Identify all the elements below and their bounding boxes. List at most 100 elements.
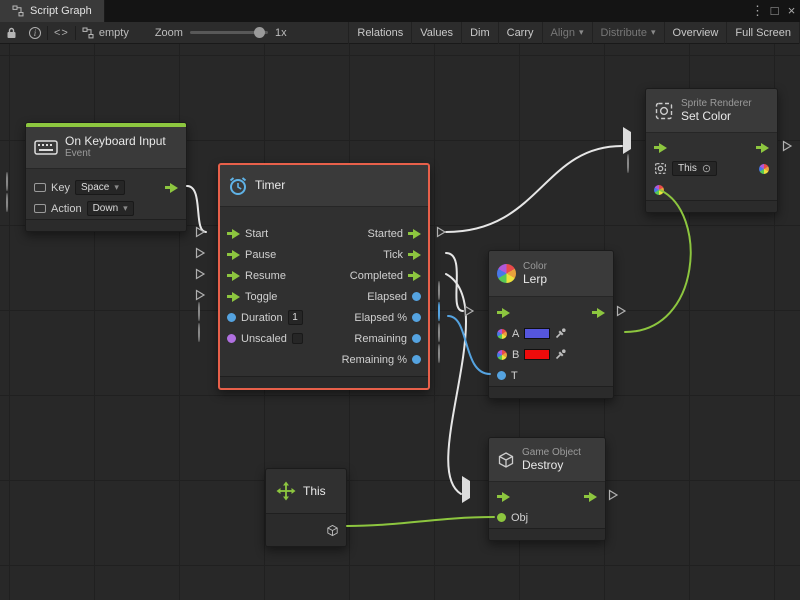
pause-input-port[interactable] <box>227 250 240 260</box>
unscaled-port[interactable] <box>227 334 236 343</box>
values-button[interactable]: Values <box>411 22 461 44</box>
graph-canvas[interactable]: On Keyboard Input Event Key Space▾ Actio… <box>0 44 800 600</box>
completed-output-port[interactable] <box>408 271 421 281</box>
full-screen-button[interactable]: Full Screen <box>726 22 800 44</box>
lerp-exec-in-ext-port[interactable] <box>464 305 475 317</box>
pause-label: Pause <box>245 249 276 261</box>
remaining-output-port[interactable] <box>412 334 421 343</box>
node-gameobject-destroy[interactable]: Game Object Destroy Obj <box>488 437 606 541</box>
lerp-exec-output-port[interactable] <box>592 308 605 318</box>
key-dropdown[interactable]: Space▾ <box>75 180 125 195</box>
chevron-down-icon: ▾ <box>651 27 656 38</box>
eyedropper-icon[interactable] <box>555 328 566 339</box>
cube-icon <box>497 451 515 469</box>
lock-button[interactable] <box>0 22 23 44</box>
action-icon <box>34 204 46 213</box>
wire-timer-elapsedpct-to-lerp-t[interactable] <box>448 316 490 374</box>
distribute-dropdown[interactable]: Distribute▾ <box>592 22 664 44</box>
timer-pause-ext-port[interactable] <box>195 247 206 259</box>
carry-button[interactable]: Carry <box>498 22 542 44</box>
destroy-exec-input-port[interactable] <box>497 492 510 502</box>
timer-icon <box>228 176 248 196</box>
node-on-keyboard-input[interactable]: On Keyboard Input Event Key Space▾ Actio… <box>25 122 187 232</box>
inspect-button[interactable]: i <box>23 22 47 44</box>
overview-button[interactable]: Overview <box>664 22 727 44</box>
color-port-a[interactable] <box>497 329 507 339</box>
node-title: Set Color <box>681 110 752 123</box>
info-icon: i <box>29 27 41 39</box>
lerp-exec-out-ext-port[interactable] <box>616 305 627 317</box>
elapsed-pct-output-port[interactable] <box>412 313 421 322</box>
object-picker-icon[interactable]: ⊙ <box>702 164 711 174</box>
key-icon <box>34 183 46 192</box>
target-self-field[interactable]: This ⊙ <box>672 161 717 176</box>
node-footer <box>489 528 605 540</box>
duration-label: Duration <box>241 312 283 324</box>
destroy-exec-output-port[interactable] <box>584 492 597 502</box>
start-input-port[interactable] <box>227 229 240 239</box>
elapsed-label: Elapsed <box>367 291 407 303</box>
action-dropdown[interactable]: Down▾ <box>87 201 134 216</box>
action-label: Action <box>51 203 82 215</box>
timer-toggle-ext-port[interactable] <box>195 289 206 301</box>
move-cross-icon <box>276 481 296 501</box>
close-icon[interactable]: × <box>783 0 800 22</box>
remaining-pct-label: Remaining % <box>342 354 407 366</box>
trigger-output-port[interactable] <box>165 183 178 193</box>
duration-value-field[interactable]: 1 <box>288 310 303 325</box>
tab-script-graph[interactable]: Script Graph <box>0 0 105 22</box>
tick-output-port[interactable] <box>408 250 421 260</box>
setcolor-exec-input-port[interactable] <box>654 143 667 153</box>
node-color-lerp[interactable]: Color Lerp A B <box>488 250 614 399</box>
color-output-wheel-port[interactable] <box>759 164 769 174</box>
gameobject-output-port[interactable] <box>326 524 339 537</box>
graph-breadcrumb[interactable]: empty <box>76 22 135 44</box>
setcolor-exec-out-ext-port[interactable] <box>782 140 793 152</box>
timer-resume-ext-port[interactable] <box>195 268 206 280</box>
wire-this-to-destroy-obj[interactable] <box>347 517 494 526</box>
completed-label: Completed <box>350 270 403 282</box>
maximize-icon[interactable]: □ <box>766 0 783 22</box>
zoom-slider-handle[interactable] <box>254 27 265 38</box>
wire-timer-completed-to-destroy[interactable] <box>446 274 466 494</box>
tick-label: Tick <box>383 249 403 261</box>
timer-started-ext-port[interactable] <box>436 226 447 238</box>
graph-name: empty <box>99 27 129 39</box>
timer-start-ext-port[interactable] <box>195 226 206 238</box>
elapsed-output-port[interactable] <box>412 292 421 301</box>
tab-title: Script Graph <box>30 5 92 17</box>
color-port-b[interactable] <box>497 350 507 360</box>
node-title: Timer <box>255 179 285 192</box>
node-this[interactable]: This <box>265 468 347 547</box>
node-title: Destroy <box>522 459 581 472</box>
resume-input-port[interactable] <box>227 271 240 281</box>
zoom-slider[interactable] <box>190 31 268 34</box>
node-title: This <box>303 485 326 498</box>
keyboard-icon <box>34 140 58 155</box>
node-timer[interactable]: Timer Start Pause Resume Toggle Duration… <box>218 163 430 390</box>
color-b-swatch[interactable] <box>524 349 550 360</box>
elapsed-pct-label: Elapsed % <box>354 312 407 324</box>
relations-button[interactable]: Relations <box>348 22 411 44</box>
remaining-pct-output-port[interactable] <box>412 355 421 364</box>
color-input-wheel-port[interactable] <box>654 185 664 195</box>
node-subtitle: Event <box>65 148 166 160</box>
wire-timer-started-to-setcolor[interactable] <box>446 146 622 232</box>
toggle-input-port[interactable] <box>227 292 240 302</box>
unscaled-checkbox[interactable] <box>292 333 303 344</box>
started-output-port[interactable] <box>408 229 421 239</box>
t-input-port[interactable] <box>497 371 506 380</box>
node-footer <box>646 200 777 212</box>
eyedropper-icon[interactable] <box>555 349 566 360</box>
lerp-exec-input-port[interactable] <box>497 308 510 318</box>
code-view-toggle[interactable]: <> <box>48 22 75 44</box>
color-a-swatch[interactable] <box>524 328 550 339</box>
align-dropdown[interactable]: Align▾ <box>542 22 592 44</box>
obj-input-port[interactable] <box>497 513 506 522</box>
node-sprite-renderer-set-color[interactable]: Sprite Renderer Set Color This ⊙ <box>645 88 778 213</box>
window-menu-icon[interactable]: ⋮ <box>749 0 766 22</box>
dim-button[interactable]: Dim <box>461 22 498 44</box>
destroy-exec-out-ext-port[interactable] <box>608 489 619 501</box>
setcolor-exec-output-port[interactable] <box>756 143 769 153</box>
duration-port[interactable] <box>227 313 236 322</box>
